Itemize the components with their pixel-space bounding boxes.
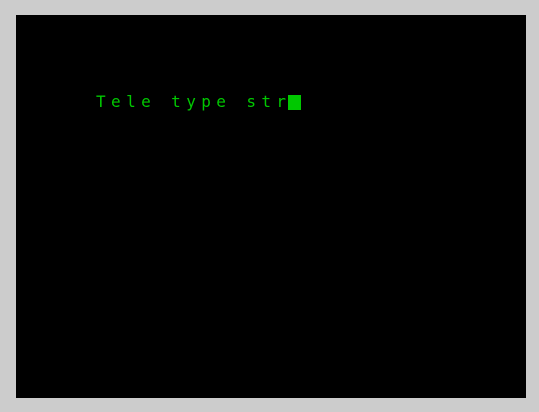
typed-text: Tele type str <box>96 92 292 111</box>
display-frame: Tele type str <box>0 0 539 412</box>
text-line: Tele type str <box>96 92 302 111</box>
block-cursor <box>288 94 302 110</box>
terminal-screen[interactable]: Tele type str <box>16 15 526 398</box>
